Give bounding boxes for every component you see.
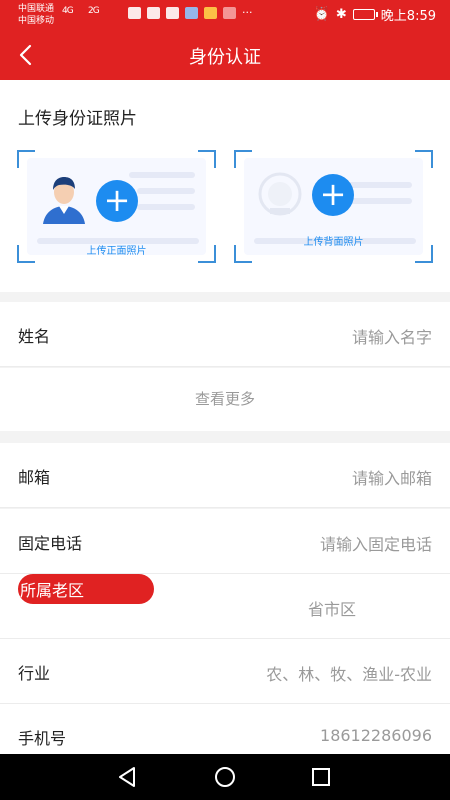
district-label: 所属老区 <box>20 581 85 600</box>
email-label: 邮箱 <box>18 468 51 487</box>
battery-icon <box>352 9 378 20</box>
landline-label: 固定电话 <box>18 534 83 553</box>
notification-icons: ··· <box>128 6 253 19</box>
name-label: 姓名 <box>18 327 51 346</box>
mobile-row[interactable]: 手机号 18612286096 <box>0 704 450 754</box>
district-badge: 所属老区 <box>18 574 154 604</box>
nav-back-icon[interactable] <box>116 765 140 789</box>
header-bar: 中国联通 中国移动 4G 2G ··· ⏰ ✱ 晚上8:59 身份认证 <box>0 0 450 80</box>
more-notifications-icon: ··· <box>242 6 253 19</box>
avatar-icon <box>43 177 85 224</box>
upload-title: 上传身份证照片 <box>18 109 137 129</box>
app-icon <box>204 6 217 19</box>
industry-row[interactable]: 行业 农、林、牧、渔业-农业 <box>0 639 450 704</box>
signal-2g-icon: 2G <box>88 6 100 16</box>
email-input[interactable]: 请输入邮箱 <box>352 465 432 489</box>
id-front-placeholder: + 上传正面照片 <box>27 158 206 257</box>
alarm-icon: ⏰ <box>313 7 330 22</box>
wifi-icon <box>128 6 141 19</box>
decor-line <box>137 204 195 210</box>
status-bar: 中国联通 中国移动 4G 2G ··· ⏰ ✱ 晚上8:59 <box>0 0 450 30</box>
system-nav-bar <box>0 754 450 800</box>
clock: 晚上8:59 <box>380 9 436 24</box>
nav-home-icon[interactable] <box>213 765 237 789</box>
carrier-1: 中国联通 <box>18 4 55 14</box>
usb-icon <box>166 6 179 19</box>
signal-4g-icon: 4G <box>62 6 74 16</box>
landline-input[interactable]: 请输入固定电话 <box>320 531 432 555</box>
view-more-button[interactable]: 查看更多 <box>0 368 450 431</box>
upload-front-button[interactable]: + 上传正面照片 <box>17 150 216 263</box>
add-photo-icon: + <box>96 180 138 222</box>
email-row[interactable]: 邮箱 请输入邮箱 <box>0 443 450 508</box>
id-back-placeholder: + 上传背面照片 <box>244 158 423 255</box>
nav-recents-icon[interactable] <box>309 765 333 789</box>
name-row[interactable]: 姓名 请输入名字 <box>0 302 450 367</box>
upload-front-label: 上传正面照片 <box>86 246 147 257</box>
add-photo-icon: + <box>312 174 354 216</box>
id-upload-section: 上传身份证照片 + 上传正面照片 + 上传背面照片 <box>0 80 450 292</box>
mobile-label: 手机号 <box>18 729 67 748</box>
upload-back-label: 上传背面照片 <box>303 237 364 248</box>
status-right: ⏰ ✱ 晚上8:59 <box>314 5 436 24</box>
notification-icon <box>147 6 160 19</box>
decor-line <box>137 188 195 194</box>
upload-back-button[interactable]: + 上传背面照片 <box>234 150 433 263</box>
app-icon <box>223 6 236 19</box>
carrier-2: 中国移动 <box>18 16 55 26</box>
industry-picker[interactable]: 农、林、牧、渔业-农业 <box>266 661 432 685</box>
decor-line <box>346 182 412 188</box>
bluetooth-icon: ✱ <box>335 7 347 22</box>
landline-row[interactable]: 固定电话 请输入固定电话 <box>0 509 450 574</box>
industry-label: 行业 <box>18 664 51 683</box>
name-input[interactable]: 请输入名字 <box>352 324 432 348</box>
page-title: 身份认证 <box>189 47 261 68</box>
decor-line <box>346 198 412 204</box>
district-picker[interactable]: 省市区 <box>308 596 356 620</box>
carrier-info: 中国联通 中国移动 <box>18 3 54 27</box>
mobile-value: 18612286096 <box>320 726 432 745</box>
national-emblem-icon <box>258 172 302 216</box>
decor-line <box>129 172 195 178</box>
app-icon <box>185 6 198 19</box>
